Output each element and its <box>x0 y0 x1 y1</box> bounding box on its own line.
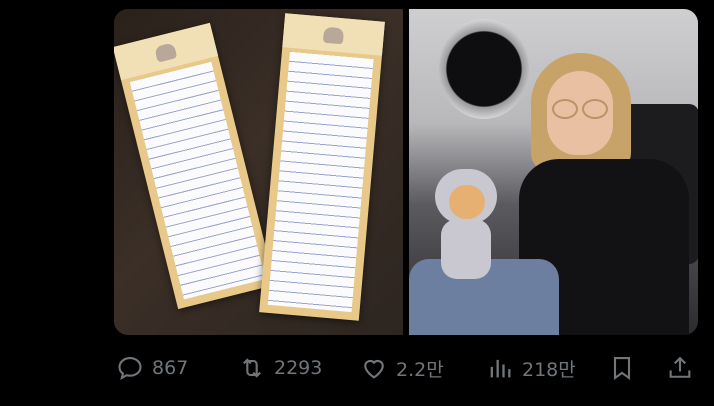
capsule-window <box>439 19 529 119</box>
tweet-media-grid <box>114 9 698 335</box>
handwritten-note-right <box>259 13 385 321</box>
retweet-icon <box>243 358 261 378</box>
reply-count: 867 <box>152 357 189 379</box>
views-count: 218만 <box>522 358 576 381</box>
bookmark-icon <box>613 357 631 380</box>
reply-icon <box>118 357 142 381</box>
reply-button[interactable]: 867 <box>116 346 188 390</box>
tweet-action-bar: 867 2293 2.2만 218만 <box>114 346 698 390</box>
views-button[interactable]: 218만 <box>486 346 576 390</box>
heart-icon <box>364 359 384 379</box>
media-image-girl[interactable] <box>409 9 698 335</box>
like-count: 2.2만 <box>396 358 444 381</box>
like-button[interactable]: 2.2만 <box>360 346 444 390</box>
share-button[interactable] <box>666 346 702 390</box>
bookmark-button[interactable] <box>608 346 644 390</box>
share-icon <box>669 356 691 378</box>
shiba-plush-toy <box>431 169 501 279</box>
views-icon <box>490 359 511 378</box>
retweet-count: 2293 <box>274 357 323 379</box>
retweet-button[interactable]: 2293 <box>238 346 322 390</box>
media-image-notes[interactable] <box>114 9 403 335</box>
handwritten-note-left <box>114 22 276 310</box>
